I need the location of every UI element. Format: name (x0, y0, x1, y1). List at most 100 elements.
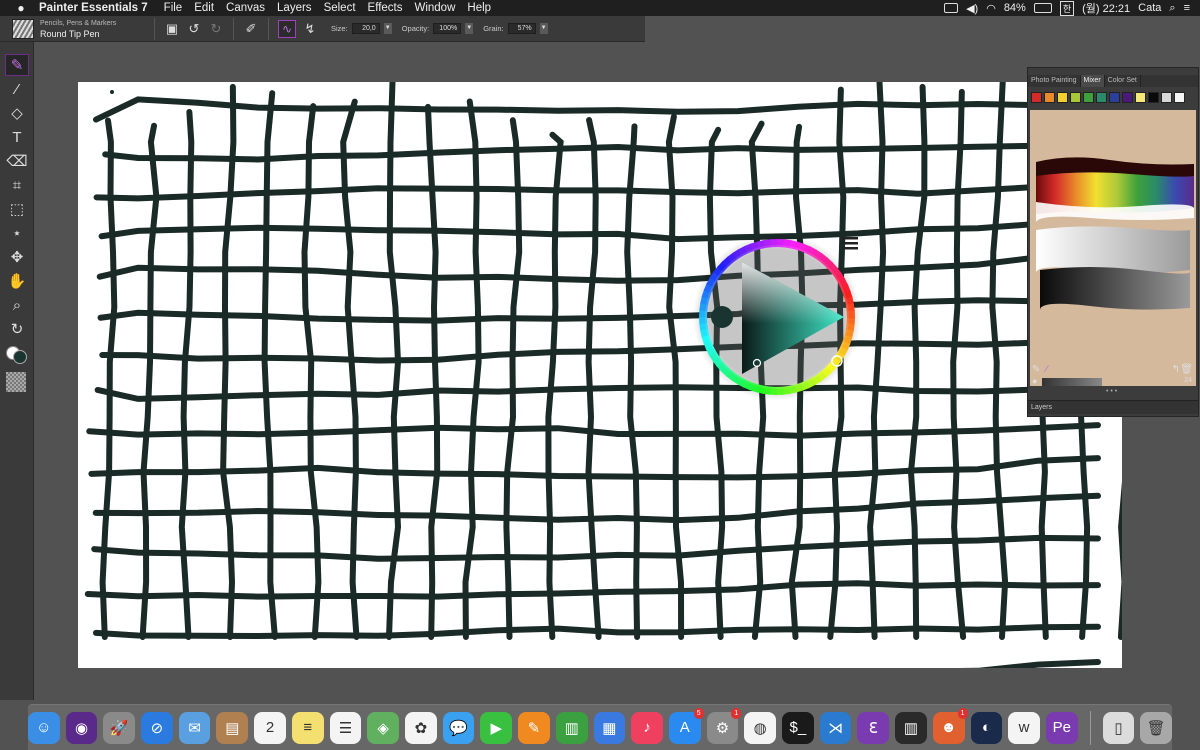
volume-icon[interactable]: ◀) (966, 2, 978, 15)
mixer-swatch[interactable] (1044, 92, 1055, 103)
pages-icon[interactable]: ✎ (518, 711, 550, 744)
terminal-icon[interactable]: $_ (782, 711, 814, 744)
mixer-brush-icon[interactable]: ✎ (1032, 364, 1040, 375)
mixer-dropper-icon[interactable]: ⁄ (1046, 364, 1048, 375)
size-field[interactable]: 20,0 (351, 23, 380, 34)
finder-icon[interactable]: ☺ (27, 711, 60, 744)
drawing-canvas[interactable] (78, 82, 1122, 668)
grabber-tool-icon[interactable]: ✋ (5, 270, 29, 292)
siri-icon[interactable]: ◉ (65, 711, 98, 744)
paint-bucket-tool-icon[interactable]: ◇ (5, 102, 29, 124)
contacts-icon[interactable]: ▤ (216, 711, 249, 744)
mixer-swatch[interactable] (1161, 92, 1172, 103)
spotlight-search-icon[interactable]: ⌕ (1169, 2, 1175, 15)
mixer-swatch[interactable] (1174, 92, 1185, 103)
paper-texture-swatch[interactable] (6, 372, 26, 392)
unknown-app-icon[interactable]: ☻ 1 (932, 707, 968, 744)
keynote-icon[interactable]: ▦ (593, 711, 626, 744)
tab-photo-painting[interactable]: Photo Painting (1028, 75, 1081, 87)
menu-edit[interactable]: Edit (194, 2, 214, 14)
input-source[interactable]: 한 (1059, 0, 1075, 16)
system-preferences-icon[interactable]: ⚙ 1 (706, 707, 742, 744)
menu-file[interactable]: File (164, 2, 183, 14)
mixer-clear-icon[interactable]: 🗑 (1180, 364, 1193, 375)
safari-icon[interactable]: ⊘ (141, 711, 173, 744)
steam-icon[interactable]: ◐ (970, 711, 1003, 744)
menu-effects[interactable]: Effects (368, 2, 403, 14)
crop-tool-icon[interactable]: ⌗ (5, 174, 29, 196)
straight-line-stroke-icon[interactable]: ↯ (302, 21, 318, 37)
opacity-dropdown-icon[interactable]: ▼ (465, 23, 474, 34)
menu-canvas[interactable]: Canvas (226, 2, 265, 14)
chrome-icon[interactable]: ◍ (744, 711, 777, 744)
dropper-tool-icon[interactable]: ⁄ (5, 78, 29, 100)
tab-color-set[interactable]: Color Set (1105, 75, 1141, 87)
mixer-swatch[interactable] (1031, 92, 1042, 103)
redo-icon[interactable]: ↻ (208, 21, 224, 37)
apple-icon[interactable]: ● (12, 1, 30, 15)
mixer-pad[interactable] (1030, 110, 1196, 386)
user-name[interactable]: Cata (1138, 2, 1161, 14)
magic-wand-tool-icon[interactable]: ⋆ (5, 222, 29, 244)
brush-tool-icon[interactable]: ✎ (5, 54, 29, 76)
vscode-icon[interactable]: ⋊ (819, 711, 852, 744)
mixer-size-slider[interactable] (1042, 378, 1102, 386)
brush-selector[interactable]: Pencils, Pens & Markers Round Tip Pen (40, 18, 148, 40)
menu-window[interactable]: Window (414, 2, 455, 14)
tab-mixer[interactable]: Mixer (1080, 75, 1105, 87)
opacity-field[interactable]: 100% (433, 23, 462, 34)
brush-tool-icon[interactable]: ✐ (243, 21, 259, 37)
main-color-swatch[interactable] (13, 350, 27, 364)
app-name[interactable]: Painter Essentials 7 (39, 2, 148, 14)
mixer-swatch[interactable] (1148, 92, 1159, 103)
freehand-stroke-icon[interactable]: ∿ (278, 19, 296, 38)
reminders-icon[interactable]: ☰ (329, 711, 362, 744)
display-icon[interactable] (944, 3, 959, 13)
text-tool-icon[interactable]: T (5, 126, 29, 148)
battery-percent[interactable]: 84% (1004, 2, 1026, 14)
wifi-icon[interactable]: ◠ (986, 2, 996, 15)
trash-icon[interactable]: 🗑 (1140, 711, 1173, 744)
calendar-icon[interactable]: 2 (254, 711, 286, 744)
mixer-swatch[interactable] (1135, 92, 1146, 103)
launchpad-icon[interactable]: 🚀 (103, 711, 136, 744)
mixer-swatch[interactable] (1070, 92, 1081, 103)
mixer-swatch[interactable] (1057, 92, 1068, 103)
document-icon[interactable]: ▯ (1102, 711, 1135, 744)
mixer-swatch[interactable] (1083, 92, 1094, 103)
magnifier-tool-icon[interactable]: ⌕ (5, 294, 29, 316)
mixer-swatch[interactable] (1109, 92, 1120, 103)
brush-selector-thumbnail[interactable] (12, 18, 34, 39)
mixer-swatch[interactable] (1122, 92, 1133, 103)
notes-icon[interactable]: ≡ (291, 711, 324, 744)
maps-icon[interactable]: ◈ (367, 711, 399, 744)
notification-center-icon[interactable]: ≡ (1184, 2, 1190, 14)
clock[interactable]: (월) 22:21 (1082, 0, 1130, 16)
rotate-page-tool-icon[interactable]: ↻ (5, 318, 29, 340)
appstore-icon[interactable]: A5 (668, 707, 704, 744)
wheel-menu-icon[interactable] (842, 237, 858, 250)
rectangular-selection-tool-icon[interactable]: ⬚ (5, 198, 29, 220)
music-icon[interactable]: ♪ (631, 711, 663, 744)
messages-icon[interactable]: 💬 (442, 711, 475, 744)
battery-icon[interactable] (1033, 3, 1052, 13)
numbers-icon[interactable]: ▥ (555, 711, 588, 744)
emacs-icon[interactable]: ℇ (857, 711, 890, 744)
menu-layers[interactable]: Layers (277, 2, 312, 14)
piano-icon[interactable]: ▥ (895, 711, 927, 744)
menu-select[interactable]: Select (324, 2, 356, 14)
size-dropdown-icon[interactable]: ▼ (383, 23, 392, 34)
mail-icon[interactable]: ✉ (178, 711, 211, 744)
wunderbucket-icon[interactable]: w (1008, 711, 1040, 744)
grain-field[interactable]: 57% (507, 23, 536, 34)
undo-icon[interactable]: ↺ (186, 21, 202, 37)
transform-tool-icon[interactable]: ✥ (5, 246, 29, 268)
photos-icon[interactable]: ✿ (405, 711, 437, 744)
panel-grip-icon[interactable]: • • • (1106, 388, 1117, 395)
painter-essentials-icon[interactable]: Pe (1045, 711, 1078, 744)
eraser-tool-icon[interactable]: ⌫ (5, 150, 29, 172)
mixer-reset-icon[interactable]: ↰ (1172, 364, 1180, 375)
temporal-color-wheel[interactable] (692, 232, 862, 402)
color-well[interactable] (4, 344, 30, 366)
layers-panel-tab[interactable]: Layers (1028, 400, 1198, 414)
